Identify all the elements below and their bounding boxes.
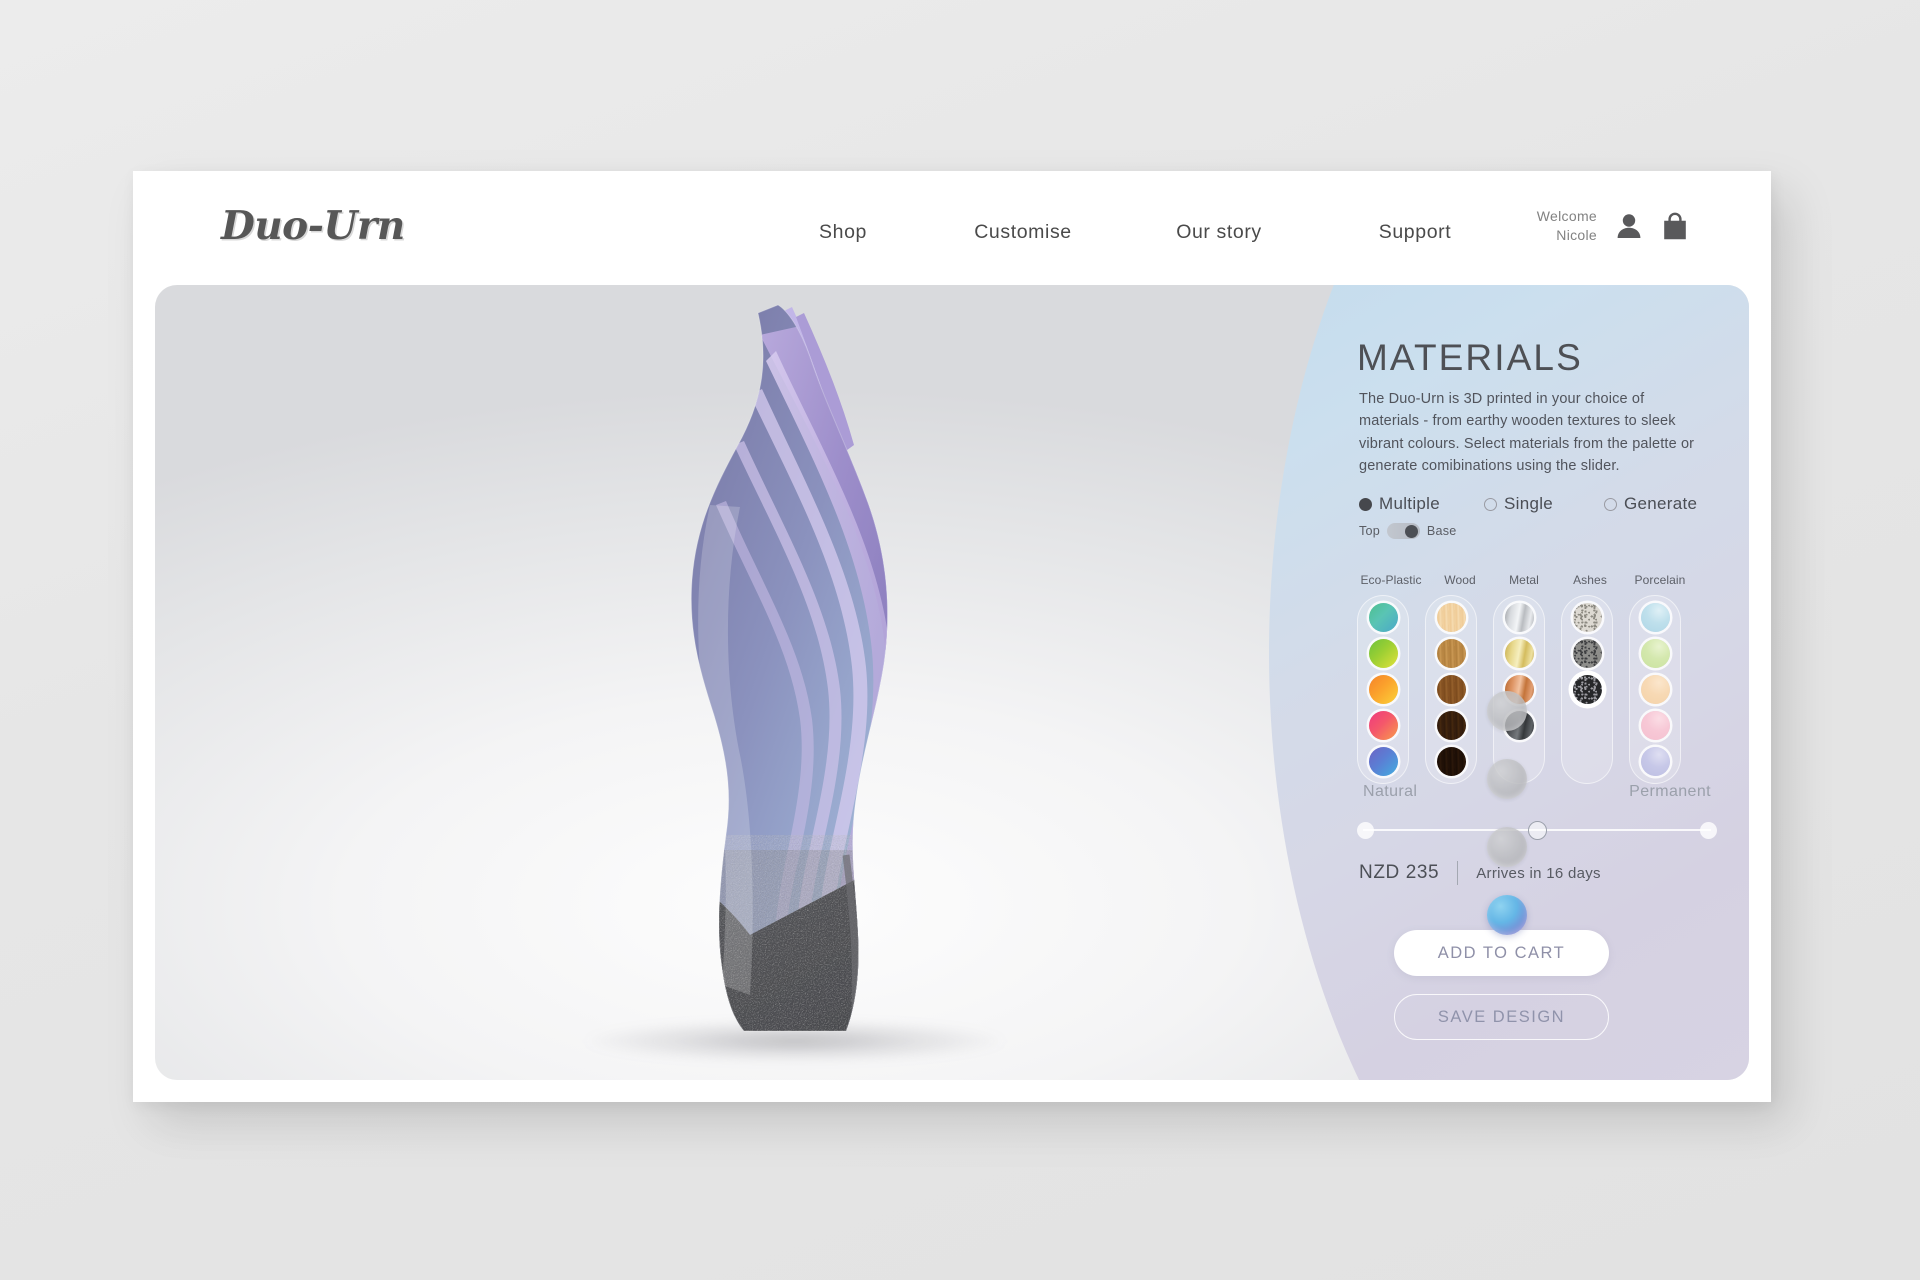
radio-multiple-label: Multiple [1379,494,1440,513]
radio-single[interactable]: Single [1484,494,1604,514]
step-indicator [1487,691,1537,941]
nav-item-shop[interactable]: Shop [763,221,923,244]
swatch-porcelain-pale-blue[interactable] [1640,603,1670,632]
materials-panel: MATERIALS The Duo-Urn is 3D printed in y… [1269,285,1749,1080]
palette-column-porcelain [1629,595,1681,784]
site-card: Duo-Urn Shop Customise Our story Support… [133,171,1771,1102]
nav-item-customise[interactable]: Customise [923,221,1123,244]
slider-labels: Natural Permanent [1357,783,1717,801]
palette-header-wood: Wood [1444,573,1476,587]
shopping-bag-icon[interactable] [1661,211,1689,241]
slider-cap-right [1700,822,1717,839]
slider-label-permanent: Permanent [1629,783,1711,800]
swatch-porcelain-pale-pink[interactable] [1640,711,1670,740]
swatch-porcelain-pale-peach[interactable] [1640,675,1670,704]
swatch-metal-chrome[interactable] [1504,603,1534,632]
swatch-eco-plastic-green-yellow[interactable] [1368,639,1398,668]
product-stage: MATERIALS The Duo-Urn is 3D printed in y… [155,285,1749,1080]
step-dot-4[interactable] [1487,895,1527,935]
toggle-label-base: Base [1426,524,1457,538]
palette-headers: Eco-Plastic Wood Metal Ashes Porcelain [1357,573,1717,587]
swatch-wood-oak[interactable] [1436,639,1466,668]
main-navigation: Shop Customise Our story Support [763,221,1515,244]
top-base-switch[interactable] [1386,523,1420,539]
swatch-porcelain-pale-green[interactable] [1640,639,1670,668]
palette-header-metal: Metal [1509,573,1539,587]
swatch-eco-plastic-pink-orange[interactable] [1368,711,1398,740]
step-dot-2[interactable] [1487,759,1527,799]
radio-generate-label: Generate [1624,494,1698,513]
palette-column-ashes [1561,595,1613,784]
radio-generate[interactable]: Generate [1604,494,1697,514]
nav-item-our-story[interactable]: Our story [1123,221,1315,244]
radio-single-label: Single [1504,494,1554,513]
palette-header-eco-plastic: Eco-Plastic [1360,573,1422,587]
page-background: Duo-Urn Shop Customise Our story Support… [0,0,1920,1280]
top-base-toggle-row: Top Base [1359,523,1456,539]
toggle-label-top: Top [1359,524,1380,538]
slider-track-wrap[interactable] [1357,819,1717,841]
swatch-ashes-light-speckle[interactable] [1572,603,1602,632]
material-palette: Eco-Plastic Wood Metal Ashes Porcelain [1357,573,1717,784]
mode-radio-group: Multiple Single Generate [1359,494,1697,514]
panel-description: The Duo-Urn is 3D printed in your choice… [1359,391,1695,474]
step-dot-3[interactable] [1487,827,1527,867]
palette-column-wood [1425,595,1477,784]
site-header: Duo-Urn Shop Customise Our story Support… [133,171,1771,285]
brand-logo[interactable]: Duo-Urn [221,203,405,249]
swatch-metal-gold[interactable] [1504,639,1534,668]
price-divider [1457,861,1459,885]
person-icon[interactable] [1615,211,1643,241]
palette-columns [1357,595,1717,784]
toggle-knob [1405,524,1419,538]
palette-header-porcelain: Porcelain [1634,573,1686,587]
duo-urn-3d-preview[interactable] [610,295,940,1055]
radio-dot-icon [1359,497,1372,511]
swatch-porcelain-pale-lavender[interactable] [1640,747,1670,776]
urn-base [691,835,888,1031]
swatch-wood-espresso[interactable] [1436,711,1466,740]
palette-column-eco-plastic [1357,595,1409,784]
slider-label-natural: Natural [1363,783,1418,800]
swatch-ashes-dark-speckle[interactable] [1572,675,1602,704]
swatch-eco-plastic-orange-yellow[interactable] [1368,675,1398,704]
swatch-eco-plastic-blue-purple[interactable] [1368,747,1398,776]
welcome-text: Welcome Nicole [1536,208,1597,243]
swatch-eco-plastic-teal-green[interactable] [1368,603,1398,632]
nav-item-support[interactable]: Support [1315,221,1515,244]
radio-multiple[interactable]: Multiple [1359,494,1484,514]
swatch-wood-walnut[interactable] [1436,675,1466,704]
radio-dot-icon [1484,497,1497,511]
price-value: NZD 235 [1359,862,1440,883]
material-slider: Natural Permanent [1357,783,1717,841]
panel-title: MATERIALS [1357,337,1583,378]
swatch-wood-birch[interactable] [1436,603,1466,632]
palette-header-ashes: Ashes [1573,573,1607,587]
price-row: NZD 235 Arrives in 16 days [1359,861,1601,885]
swatch-wood-ebony[interactable] [1436,747,1466,776]
header-account-area: Welcome Nicole [1537,207,1689,245]
radio-dot-icon [1604,497,1617,511]
save-design-button[interactable]: SAVE DESIGN [1394,994,1609,1040]
swatch-ashes-mid-speckle[interactable] [1572,639,1602,668]
step-dot-1[interactable] [1487,691,1527,731]
